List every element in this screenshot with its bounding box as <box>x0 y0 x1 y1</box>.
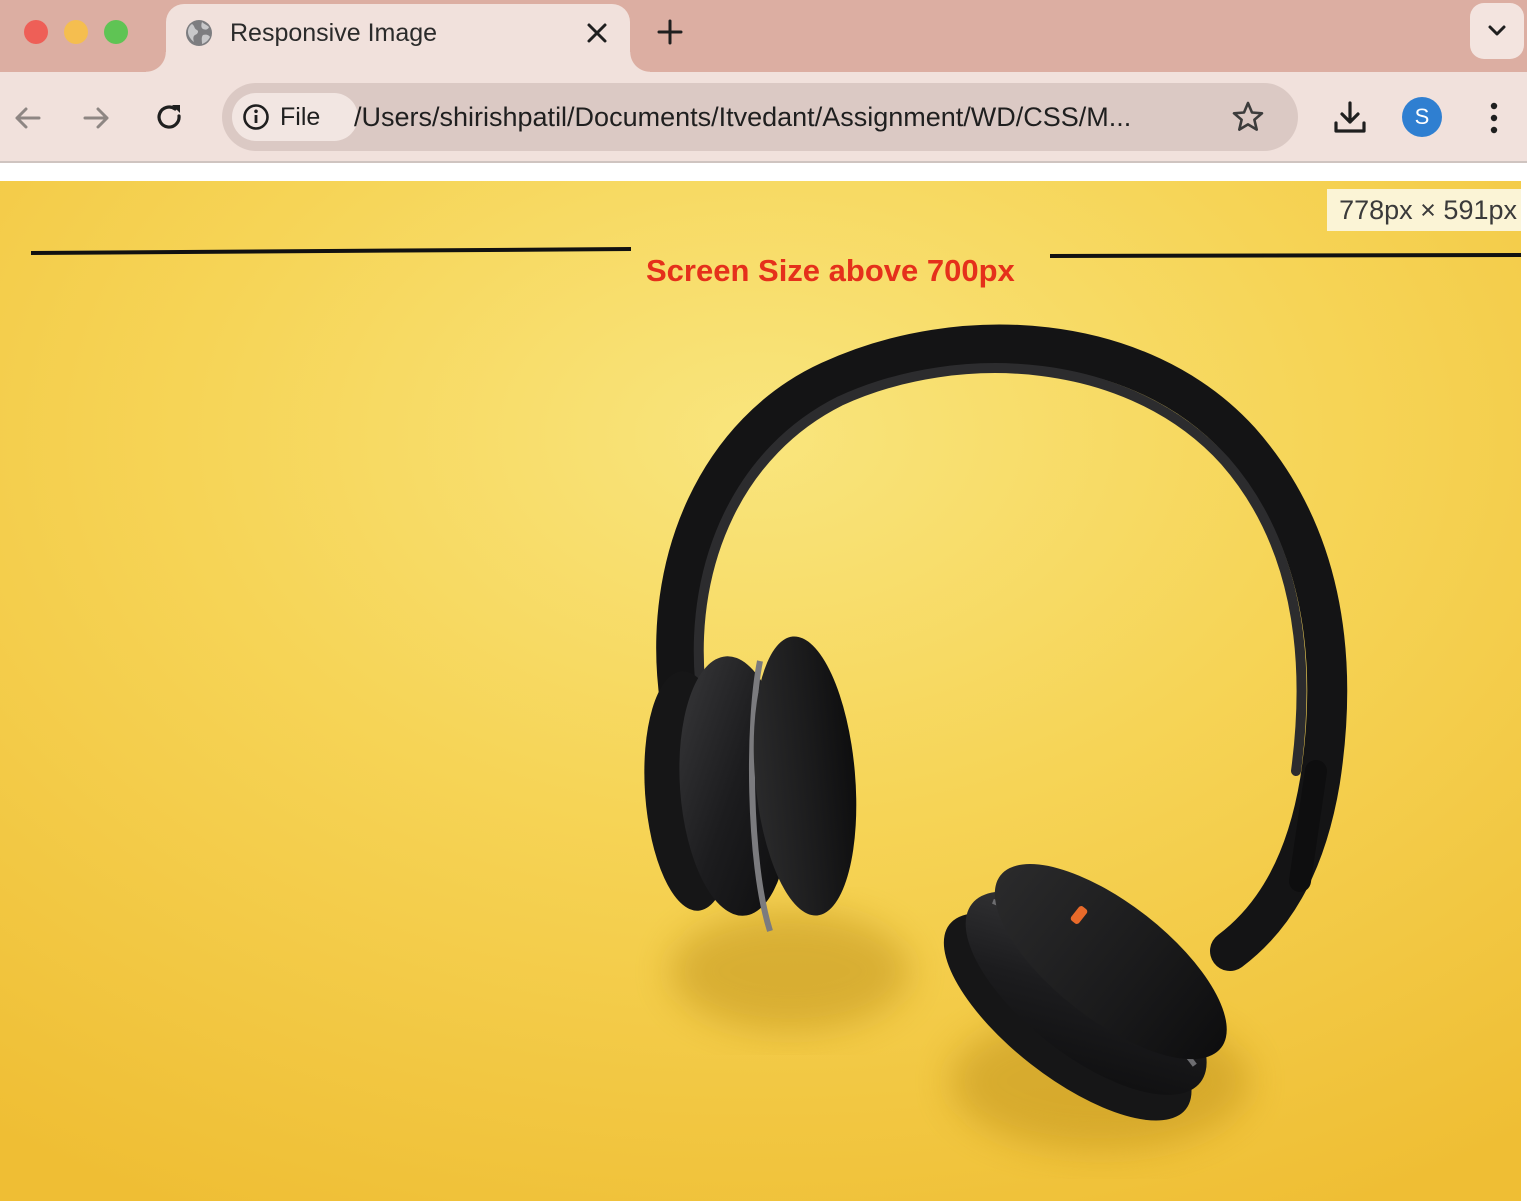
globe-icon <box>184 18 214 48</box>
tab-close-icon[interactable] <box>582 18 612 48</box>
minimize-window-button[interactable] <box>64 20 88 44</box>
page-content: 778px × 591px Screen Size above 700px <box>0 165 1527 1201</box>
kebab-menu-icon[interactable] <box>1474 96 1514 140</box>
bookmark-star-icon[interactable] <box>1230 99 1266 135</box>
close-window-button[interactable] <box>24 20 48 44</box>
url-text[interactable]: /Users/shirishpatil/Documents/Itvedant/A… <box>354 101 1131 133</box>
tab-responsive-image[interactable]: Responsive Image <box>146 4 650 72</box>
headphones-photo: 778px × 591px Screen Size above 700px <box>0 181 1521 1201</box>
zoom-window-button[interactable] <box>104 20 128 44</box>
info-icon <box>243 104 269 130</box>
back-arrow-icon[interactable] <box>6 96 50 140</box>
reload-icon[interactable] <box>148 96 192 140</box>
tab-title: Responsive Image <box>230 19 438 47</box>
browser-toolbar: File /Users/shirishpatil/Documents/Itved… <box>0 72 1527 163</box>
address-bar[interactable]: File /Users/shirishpatil/Documents/Itved… <box>222 83 1298 151</box>
forward-arrow-icon[interactable] <box>76 96 120 140</box>
chevron-down-icon <box>1488 25 1506 36</box>
tab-search-button[interactable] <box>1470 3 1524 59</box>
download-icon[interactable] <box>1330 98 1370 138</box>
site-info-label: File <box>280 103 321 131</box>
tab-strip: Responsive Image <box>0 0 1527 72</box>
new-tab-plus-icon[interactable] <box>652 14 688 50</box>
page-heading: Screen Size above 700px <box>646 253 1015 288</box>
site-info-chip[interactable]: File <box>232 93 358 141</box>
profile-avatar[interactable]: S <box>1402 97 1442 137</box>
